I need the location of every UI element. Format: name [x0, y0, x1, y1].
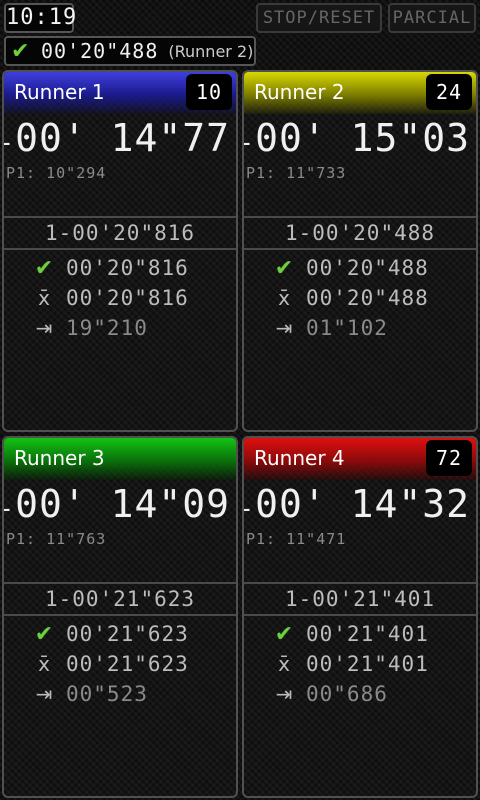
runner-name: Runner 3	[14, 446, 105, 470]
runner-card-3[interactable]: Runner 3 2-00' 14"09 P1: 11"763 1-00'21"…	[2, 436, 238, 798]
best-lap-row: ✔ 00'20"488	[266, 254, 429, 282]
partial-time: P1: 11"733	[246, 164, 347, 182]
runner-card-2[interactable]: Runner 2 24 2-00' 15"03 P1: 11"733 1-00'…	[242, 70, 478, 432]
divider	[4, 216, 236, 218]
last-lap-time: 1-00'21"623	[44, 587, 196, 611]
lap-number-prefix: 2-	[4, 494, 15, 524]
divider	[244, 614, 476, 616]
parcial-button[interactable]: PARCIAL	[388, 3, 476, 33]
partial-time: P1: 11"763	[6, 530, 107, 548]
arrow-to-bar-icon: ⇥	[275, 682, 293, 706]
gap-row: ⇥ 19"210	[26, 314, 148, 342]
best-lap-value: 00'20"816	[66, 256, 189, 280]
runner-card-1[interactable]: Runner 1 10 2-00' 14"77 P1: 10"294 1-00'…	[2, 70, 238, 432]
last-lap-time: 1-00'20"816	[44, 221, 196, 245]
best-lap-value: 00'21"623	[66, 622, 189, 646]
checkmark-icon: ✔	[34, 255, 54, 281]
divider	[4, 582, 236, 584]
current-time-value: 00' 14"77	[15, 116, 230, 160]
arrow-to-bar-icon: ⇥	[275, 316, 293, 340]
best-lap-row: ✔ 00'21"401	[266, 620, 429, 648]
last-lap-time: 1-00'20"488	[284, 221, 436, 245]
divider	[4, 614, 236, 616]
average-lap-value: 00'20"816	[66, 286, 189, 310]
average-lap-row: x̄ 00'21"401	[266, 650, 429, 678]
runner-lap-count: 24	[426, 74, 472, 110]
average-x-bar-icon: x̄	[278, 286, 290, 310]
current-time-value: 00' 15"03	[255, 116, 470, 160]
average-lap-row: x̄ 00'20"816	[26, 284, 189, 312]
average-lap-value: 00'21"401	[306, 652, 429, 676]
runner-card-4[interactable]: Runner 4 72 2-00' 14"32 P1: 11"471 1-00'…	[242, 436, 478, 798]
average-x-bar-icon: x̄	[38, 652, 50, 676]
average-lap-row: x̄ 00'20"488	[266, 284, 429, 312]
clock-display: 10:19	[4, 3, 76, 33]
gap-row: ⇥ 00"523	[26, 680, 148, 708]
checkmark-icon: ✔	[34, 621, 54, 647]
gap-value: 00"523	[66, 682, 148, 706]
runner-lap-count: 72	[426, 440, 472, 476]
divider	[244, 582, 476, 584]
gap-value: 00"686	[306, 682, 388, 706]
average-x-bar-icon: x̄	[278, 652, 290, 676]
stop-reset-button[interactable]: STOP/RESET	[256, 3, 382, 33]
current-lap-time: 2-00' 14"77	[4, 116, 230, 160]
current-lap-time: 2-00' 14"09	[4, 482, 230, 526]
runner-name: Runner 4	[254, 446, 345, 470]
lap-number-prefix: 2-	[244, 128, 255, 158]
runner-lap-count: 10	[186, 74, 232, 110]
gap-value: 19"210	[66, 316, 148, 340]
partial-time: P1: 10"294	[6, 164, 107, 182]
checkmark-icon: ✔	[11, 38, 30, 64]
best-lap-runner: (Runner 2)	[168, 41, 254, 61]
divider	[244, 248, 476, 250]
best-lap-value: 00'21"401	[306, 622, 429, 646]
checkmark-icon: ✔	[274, 255, 294, 281]
current-lap-time: 2-00' 15"03	[244, 116, 470, 160]
checkmark-icon: ✔	[274, 621, 294, 647]
average-lap-row: x̄ 00'21"623	[26, 650, 189, 678]
runner-name: Runner 1	[14, 80, 105, 104]
gap-row: ⇥ 00"686	[266, 680, 388, 708]
best-lap-time: 00'20"488	[41, 39, 159, 63]
best-lap-banner: ✔ 00'20"488 (Runner 2)	[4, 36, 256, 66]
best-lap-row: ✔ 00'21"623	[26, 620, 189, 648]
last-lap-time: 1-00'21"401	[284, 587, 436, 611]
lap-number-prefix: 2-	[244, 494, 255, 524]
best-lap-value: 00'20"488	[306, 256, 429, 280]
lap-number-prefix: 2-	[4, 128, 15, 158]
gap-value: 01"102	[306, 316, 388, 340]
current-time-value: 00' 14"32	[255, 482, 470, 526]
arrow-to-bar-icon: ⇥	[35, 316, 53, 340]
average-x-bar-icon: x̄	[38, 286, 50, 310]
current-time-value: 00' 14"09	[15, 482, 230, 526]
average-lap-value: 00'20"488	[306, 286, 429, 310]
average-lap-value: 00'21"623	[66, 652, 189, 676]
best-lap-row: ✔ 00'20"816	[26, 254, 189, 282]
runner-name: Runner 2	[254, 80, 345, 104]
partial-time: P1: 11"471	[246, 530, 347, 548]
divider	[244, 216, 476, 218]
arrow-to-bar-icon: ⇥	[35, 682, 53, 706]
current-lap-time: 2-00' 14"32	[244, 482, 470, 526]
divider	[4, 248, 236, 250]
gap-row: ⇥ 01"102	[266, 314, 388, 342]
